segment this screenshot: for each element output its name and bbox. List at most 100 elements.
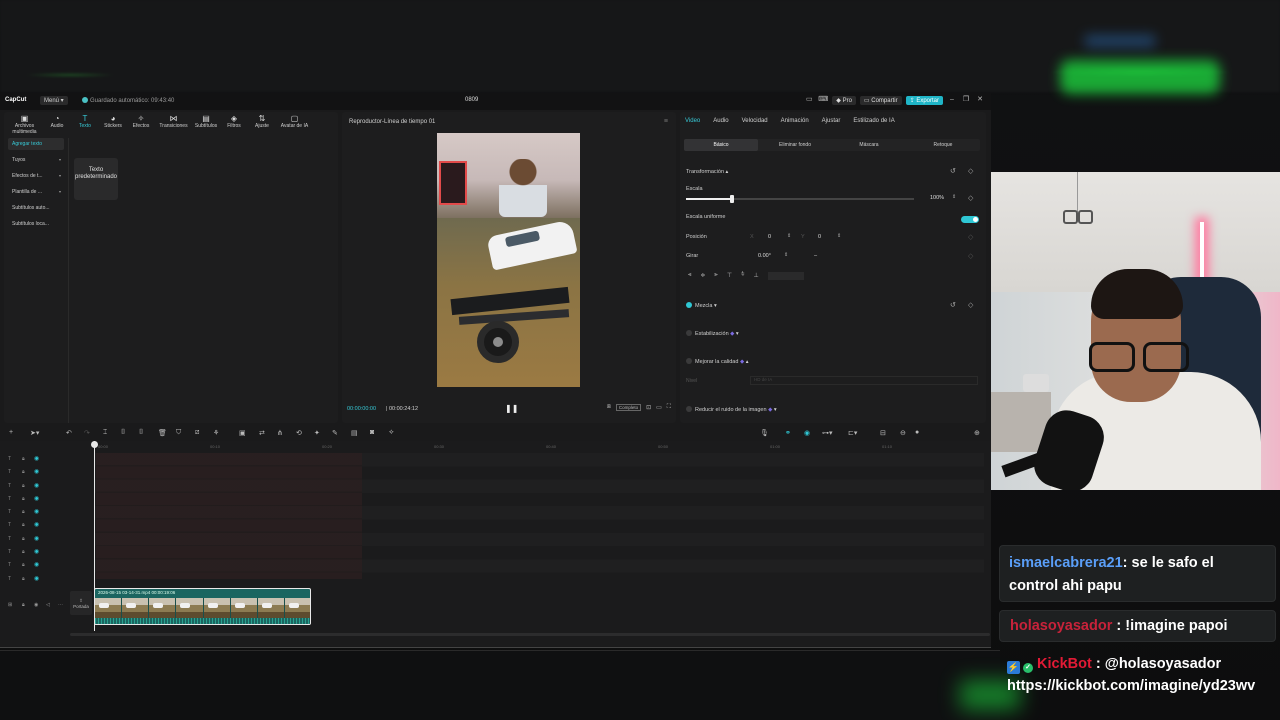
eye-icon[interactable]: ◉	[34, 455, 39, 462]
eye-icon[interactable]: ◉	[34, 561, 39, 568]
hamburger-menu-icon[interactable]: ≡	[664, 118, 668, 125]
mute-icon[interactable]: ◁	[46, 602, 50, 608]
stepper-icon[interactable]: ⇕	[837, 233, 841, 239]
zoom-slider-handle[interactable]: ●	[915, 429, 919, 436]
eye-icon[interactable]: ◉	[34, 482, 39, 489]
close-icon[interactable]: ✕	[975, 95, 985, 105]
lock-icon[interactable]: 🔒︎	[22, 576, 25, 582]
reset-icon[interactable]: ↺	[950, 301, 956, 309]
scale-slider[interactable]	[686, 195, 914, 203]
zoom-in-icon[interactable]: ⊕	[974, 429, 980, 437]
tab-adjust[interactable]: Ajustar	[822, 118, 841, 124]
eye-icon[interactable]: ◉	[34, 548, 39, 555]
eye-icon[interactable]: ◉	[34, 468, 39, 475]
playhead[interactable]	[91, 441, 98, 631]
stepper-icon[interactable]: ⇕	[784, 252, 788, 258]
timeline-scrollbar[interactable]	[70, 633, 990, 636]
align-extra-field[interactable]	[767, 272, 804, 280]
eye-icon[interactable]: ◉	[34, 495, 39, 502]
tool-media[interactable]: ▣ Archivos multimedia	[6, 112, 43, 135]
enhance-checkbox[interactable]	[686, 358, 692, 364]
snap-icon[interactable]: ⊶▾	[822, 429, 833, 437]
reset-icon[interactable]: ↺	[950, 167, 956, 175]
split-right-icon[interactable]: ⌷	[139, 429, 143, 437]
chat-username[interactable]: holasoyasador	[1010, 618, 1112, 634]
lock-icon[interactable]: 🔒︎	[22, 509, 25, 515]
tool-text[interactable]: T Texto	[71, 112, 99, 134]
stepper-icon[interactable]: ⇕	[952, 194, 956, 200]
keyframe-icon[interactable]: ◇	[968, 194, 973, 202]
keyframe-icon[interactable]: ◇	[968, 252, 973, 260]
zoom-fit-icon[interactable]: ⊡	[646, 404, 651, 411]
lock-icon[interactable]: 🔒︎	[22, 602, 25, 608]
denoise-heading[interactable]: Reducir el ruido de la imagen ◆ ▾	[686, 406, 777, 413]
keyframe-icon[interactable]: ◇	[968, 301, 973, 309]
more-icon[interactable]: ⋯	[58, 602, 63, 608]
time-ruler[interactable]: 00:00 00:10 00:20 00:30 00:40 00:50 01:0…	[94, 443, 984, 451]
shortcuts-icon[interactable]: ⌨	[818, 95, 828, 105]
subtab-remove-bg[interactable]: Eliminar fondo	[758, 139, 832, 151]
tool-captions[interactable]: ▤ Subtítulos	[192, 112, 220, 134]
lock-icon[interactable]: 🔒︎	[22, 483, 25, 489]
default-text-card[interactable]: Texto predeterminado	[74, 158, 118, 200]
pro-button[interactable]: ◆ Pro	[832, 95, 856, 105]
magnet-icon[interactable]: ◉	[804, 429, 810, 437]
keyframe-icon[interactable]: ◇	[968, 233, 973, 241]
freeze-icon[interactable]: ▣	[239, 429, 246, 437]
layout-icon[interactable]: ▭	[804, 95, 814, 105]
add-track-icon[interactable]: +	[9, 429, 13, 436]
select-tool-icon[interactable]: ➤▾	[30, 429, 39, 437]
stat-icon[interactable]: ▭	[656, 404, 662, 411]
auto-reframe-icon[interactable]: ⚘	[213, 429, 219, 437]
export-button[interactable]: ⇪ Exportar	[905, 95, 943, 105]
subtab-retouch[interactable]: Retoque	[906, 139, 980, 151]
stepper-icon[interactable]: ⇕	[787, 233, 791, 239]
menu-button[interactable]: Menú ▾	[40, 96, 68, 105]
subtab-basic[interactable]: Básico	[684, 139, 758, 151]
undo-icon[interactable]: ↶	[66, 429, 72, 437]
captions-tool-icon[interactable]: ▤	[351, 429, 358, 437]
lock-icon[interactable]: 🔒︎	[22, 469, 25, 475]
uniform-scale-toggle[interactable]	[961, 216, 979, 223]
position-y-input[interactable]: 0	[818, 234, 821, 240]
blend-heading[interactable]: Mezcla ▾	[686, 302, 717, 309]
restore-icon[interactable]: ❐	[961, 95, 971, 105]
subnav-add-text[interactable]: Agregar texto	[8, 138, 64, 150]
eye-icon[interactable]: ◉	[34, 602, 38, 608]
lock-icon[interactable]: 🔒︎	[22, 549, 25, 555]
zoom-out-icon[interactable]: ⊖	[900, 429, 906, 437]
rotate-input[interactable]: 0.00°	[758, 253, 771, 259]
marker-icon[interactable]: ⛉	[176, 429, 181, 437]
video-clip[interactable]: 2026-08-15 03-14-31.mp4 00:00:19:06	[94, 588, 311, 625]
tool-filters[interactable]: ◈ Filtros	[220, 112, 248, 134]
tab-speed[interactable]: Velocidad	[742, 118, 768, 124]
keyframe-icon[interactable]: ◇	[968, 167, 973, 175]
ai-tool-icon[interactable]: ⟡	[389, 429, 394, 437]
scale-value[interactable]: 100%	[930, 195, 944, 201]
align-bottom-icon[interactable]: ⊥	[754, 272, 759, 280]
eye-icon[interactable]: ◉	[34, 508, 39, 515]
crop-icon[interactable]: ⧈	[607, 404, 611, 411]
tool-avatar[interactable]: ▢ Avatar de IA	[276, 112, 313, 134]
position-x-input[interactable]: 0	[768, 234, 771, 240]
ratio-button[interactable]: Completo	[615, 404, 642, 411]
align-left-icon[interactable]: ⫷	[688, 272, 691, 280]
subnav-local-captions[interactable]: Subtítulos loca...	[8, 218, 64, 230]
subnav-templates[interactable]: Plantilla de ... ▾	[8, 186, 64, 198]
quality-dropdown[interactable]: HD de IA	[750, 376, 978, 385]
microphone-icon[interactable]: 🎙	[760, 429, 769, 437]
tool-stickers[interactable]: ◕ Stickers	[99, 112, 127, 134]
lock-icon[interactable]: 🔒︎	[22, 522, 25, 528]
chat-username[interactable]: ismaelcabrera21	[1009, 555, 1123, 571]
tool-effects[interactable]: ✧ Efectos	[127, 112, 155, 134]
enhance-heading[interactable]: Mejorar la calidad ◆ ▴	[686, 358, 748, 365]
transform-heading[interactable]: Transformación ▴	[686, 169, 728, 175]
split-icon[interactable]: ⌶	[103, 429, 107, 437]
tab-ai-style[interactable]: Estilizado de IA	[853, 118, 894, 124]
scale-slider-handle[interactable]	[729, 195, 734, 203]
rotate-icon[interactable]: ⟲	[296, 429, 302, 437]
crop-icon[interactable]: ⧄	[195, 429, 199, 437]
subnav-yours[interactable]: Tuyos ▾	[8, 154, 64, 166]
tab-animation[interactable]: Animación	[781, 118, 809, 124]
redo-icon[interactable]: ↷	[84, 429, 90, 437]
